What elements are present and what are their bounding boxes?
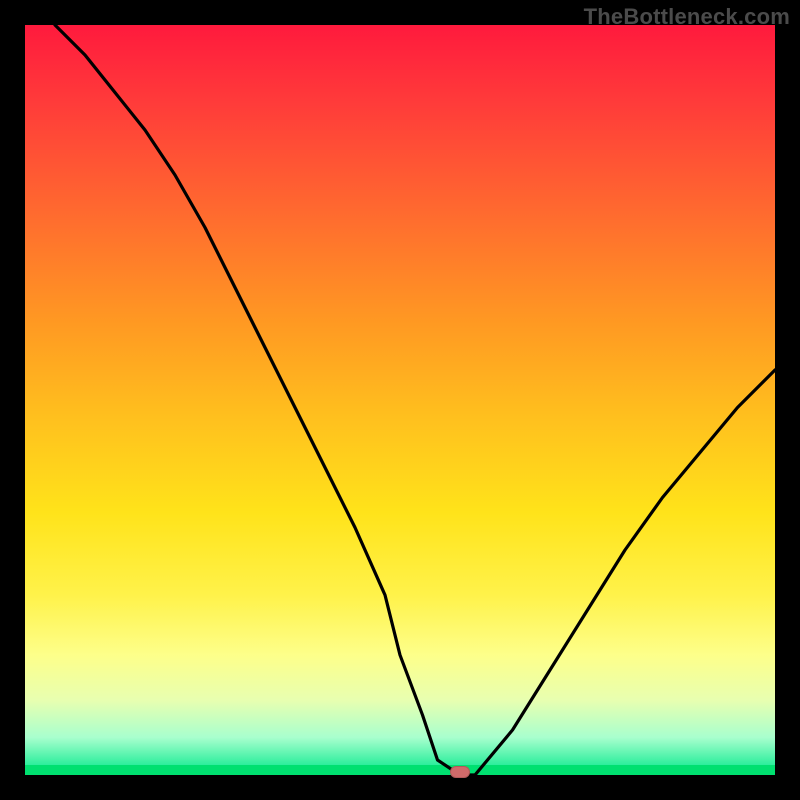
watermark-text: TheBottleneck.com [584, 4, 790, 30]
bottleneck-curve [55, 25, 775, 775]
chart-frame: TheBottleneck.com [0, 0, 800, 800]
curve-svg [25, 25, 775, 775]
plot-area [25, 25, 775, 775]
optimal-marker [450, 766, 470, 778]
